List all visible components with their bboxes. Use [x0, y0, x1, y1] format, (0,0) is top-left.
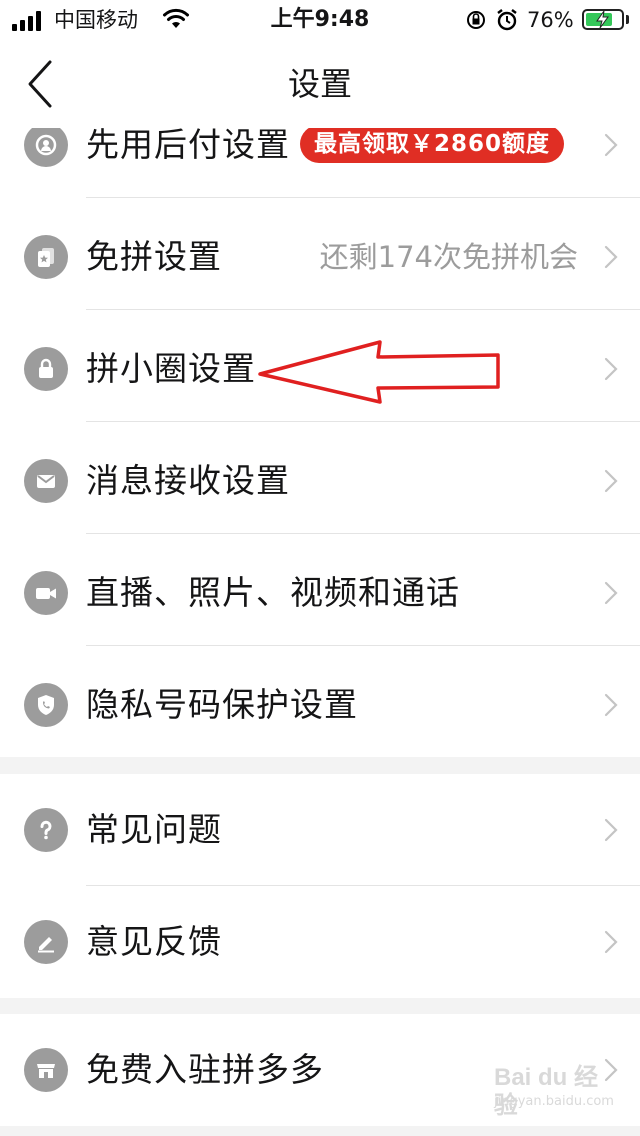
row-divider [86, 309, 640, 310]
orientation-lock-icon [467, 11, 485, 29]
battery-percent: 76% [527, 8, 574, 32]
row-message-settings[interactable]: 消息接收设置 [0, 425, 640, 537]
row-free-group-settings[interactable]: 免拼设置 还剩174次免拼机会 [0, 201, 640, 313]
watermark: Bai du 经验 jingyan.baidu.com [494, 1064, 614, 1119]
chevron-right-icon [604, 245, 618, 269]
row-divider [86, 533, 640, 534]
video-camera-icon [24, 571, 68, 615]
mail-icon [24, 459, 68, 503]
credit-promo-badge: 最高领取￥2860额度 [300, 128, 565, 163]
chevron-right-icon [604, 693, 618, 717]
cards-icon [24, 235, 68, 279]
chevron-right-icon [604, 469, 618, 493]
settings-group-main: 先用后付设置 最高领取￥2860额度 免拼设置 还剩174次免拼机会 拼小圈设置… [0, 128, 640, 757]
row-divider [86, 197, 640, 198]
chevron-right-icon [604, 133, 618, 157]
chevron-right-icon [604, 357, 618, 381]
row-label: 常见问题 [86, 810, 222, 849]
status-bar: 中国移动 上午9:48 76% [0, 0, 640, 40]
row-label: 拼小圈设置 [86, 349, 256, 388]
lock-icon [24, 347, 68, 391]
row-label: 意见反馈 [86, 922, 222, 961]
row-divider [86, 421, 640, 422]
row-faq[interactable]: 常见问题 [0, 774, 640, 886]
free-group-remaining: 还剩174次免拼机会 [319, 240, 578, 274]
shield-phone-icon [24, 683, 68, 727]
watermark-logo: Bai du 经验 [494, 1064, 599, 1119]
question-icon [24, 808, 68, 852]
alarm-icon [497, 9, 517, 31]
store-icon [24, 1048, 68, 1092]
chevron-right-icon [604, 818, 618, 842]
row-label: 免费入驻拼多多 [86, 1050, 324, 1089]
pencil-icon [24, 920, 68, 964]
chevron-right-icon [604, 581, 618, 605]
settings-group-help: 常见问题 意见反馈 [0, 774, 640, 998]
row-label: 免拼设置 [86, 237, 222, 276]
chevron-right-icon [604, 930, 618, 954]
annotation-arrow [258, 340, 500, 404]
row-media-call-settings[interactable]: 直播、照片、视频和通话 [0, 537, 640, 649]
wallet-icon [24, 128, 68, 167]
row-divider [86, 645, 640, 646]
nav-bar: 设置 [0, 40, 640, 128]
battery-cap [626, 15, 629, 24]
row-label: 先用后付设置 [86, 128, 290, 164]
row-label: 直播、照片、视频和通话 [86, 573, 460, 612]
row-feedback[interactable]: 意见反馈 [0, 886, 640, 998]
row-privacy-number-settings[interactable]: 隐私号码保护设置 [0, 649, 640, 757]
row-pay-later-settings[interactable]: 先用后付设置 最高领取￥2860额度 [0, 128, 640, 201]
page-title: 设置 [287, 65, 352, 103]
row-label: 隐私号码保护设置 [86, 685, 358, 724]
battery-charging-icon [582, 9, 624, 30]
row-label: 消息接收设置 [86, 461, 290, 500]
watermark-url: jingyan.baidu.com [494, 1094, 614, 1109]
